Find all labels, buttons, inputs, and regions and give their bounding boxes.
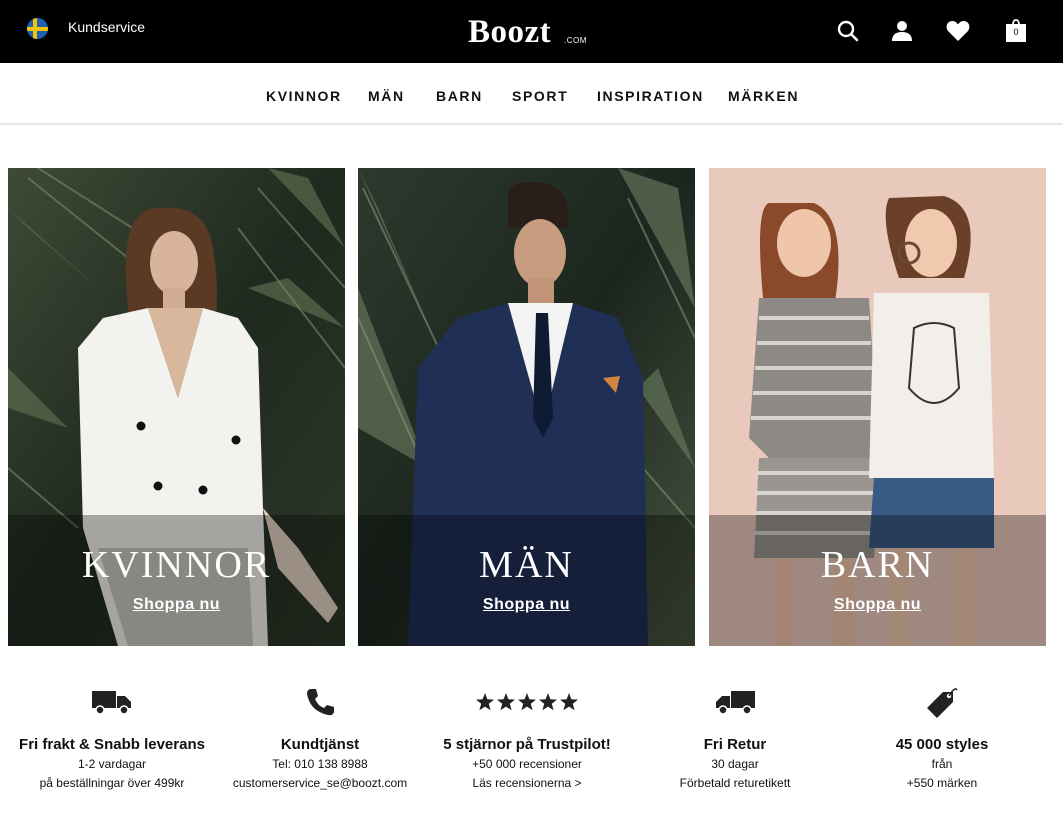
usp-line[interactable]: Tel: 010 138 8988 <box>215 757 425 772</box>
price-tag-icon <box>837 682 1047 722</box>
main-nav: KVINNOR MÄN BARN SPORT INSPIRATION MÄRKE… <box>0 63 1063 125</box>
panel-title: MÄN <box>479 544 574 586</box>
usp-line: 1-2 vardagar <box>77 757 147 771</box>
shop-now-link[interactable]: Shoppa nu <box>8 596 345 614</box>
delivery-truck-icon <box>7 682 217 722</box>
usp-line[interactable]: customerservice_se@boozt.com <box>215 776 425 791</box>
cart-count-badge: 0 <box>1013 27 1019 37</box>
usp-line: 30 dagar <box>711 757 759 771</box>
usp-styles: 45 000 styles från +550 märken <box>837 682 1047 791</box>
usp-trustpilot: 5 stjärnor på Trustpilot! +50 000 recens… <box>422 682 632 791</box>
usp-line: på beställningar över 499kr <box>39 776 185 790</box>
search-icon[interactable] <box>835 18 861 44</box>
nav-item-man[interactable]: MÄN <box>368 88 405 104</box>
shop-now-link[interactable]: Shoppa nu <box>358 596 695 614</box>
panel-title: KVINNOR <box>81 544 272 586</box>
usp-customer-service: Kundtjänst Tel: 010 138 8988 customerser… <box>215 682 425 791</box>
nav-item-barn[interactable]: BARN <box>436 88 483 104</box>
usp-title: Fri Retur <box>703 736 767 753</box>
shop-now-link[interactable]: Shoppa nu <box>709 596 1046 614</box>
return-truck-icon <box>630 682 840 722</box>
user-icon[interactable] <box>889 18 915 44</box>
heart-icon[interactable] <box>945 18 971 44</box>
usp-title: 5 stjärnor på Trustpilot! <box>443 736 611 753</box>
five-stars-icon <box>422 682 632 722</box>
usp-line: +550 märken <box>906 776 978 790</box>
read-reviews-link[interactable]: Läs recensionerna > <box>422 776 632 791</box>
usp-line: från <box>931 757 953 771</box>
nav-item-marken[interactable]: MÄRKEN <box>728 88 799 104</box>
usp-line: Förbetald returetikett <box>679 776 791 790</box>
hero-panel-barn[interactable]: BARN Shoppa nu <box>709 168 1046 646</box>
nav-item-sport[interactable]: SPORT <box>512 88 568 104</box>
top-header: Kundservice Boozt .COM 0 <box>0 0 1063 63</box>
sweden-flag-icon[interactable] <box>27 18 48 39</box>
panel-title: BARN <box>820 544 935 586</box>
hero-panel-man[interactable]: MÄN Shoppa nu <box>358 168 695 646</box>
customer-service-link[interactable]: Kundservice <box>68 19 145 35</box>
boozt-logo[interactable]: Boozt <box>468 12 551 52</box>
shopping-bag-icon[interactable]: 0 <box>1005 18 1031 44</box>
nav-item-kvinnor[interactable]: KVINNOR <box>266 88 342 104</box>
usp-title: Fri frakt & Snabb leverans <box>19 736 205 753</box>
usp-free-returns: Fri Retur 30 dagar Förbetald returetiket… <box>630 682 840 791</box>
hero-panel-kvinnor[interactable]: KVINNOR Shoppa nu <box>8 168 345 646</box>
usp-title: Kundtjänst <box>280 736 360 753</box>
phone-icon <box>215 682 425 722</box>
usp-line: +50 000 recensioner <box>472 757 582 771</box>
logo-suffix: .COM <box>564 36 587 45</box>
nav-item-inspiration[interactable]: INSPIRATION <box>597 88 704 104</box>
usp-title: 45 000 styles <box>895 736 989 753</box>
usp-free-shipping: Fri frakt & Snabb leverans 1-2 vardagar … <box>7 682 217 791</box>
